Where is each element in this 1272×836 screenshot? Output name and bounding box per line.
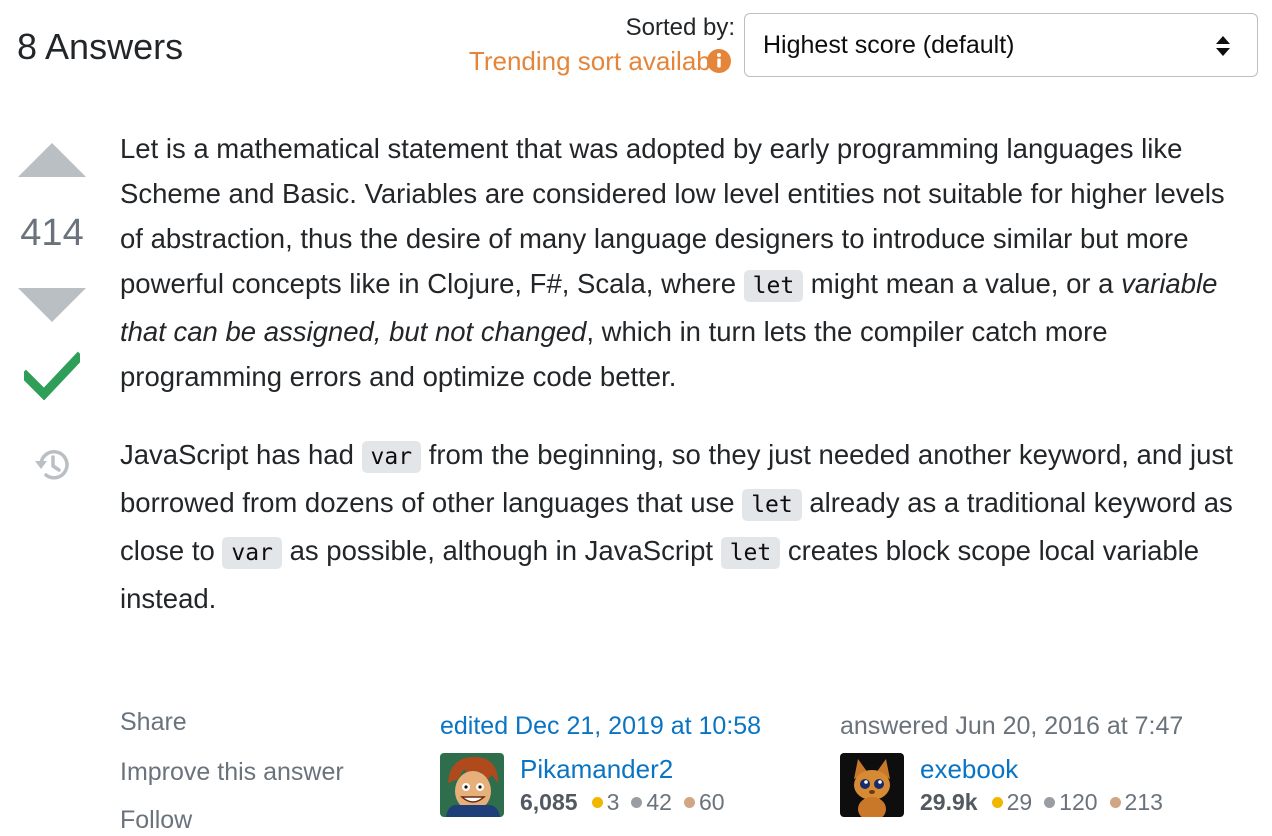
- trending-sort-label[interactable]: Trending sort available: [469, 46, 731, 77]
- avatar[interactable]: [440, 753, 504, 817]
- answer-paragraph-1: Let is a mathematical statement that was…: [120, 126, 1238, 399]
- history-icon[interactable]: [32, 446, 72, 484]
- inline-code: let: [720, 537, 781, 569]
- downvote-arrow-icon[interactable]: [16, 285, 88, 325]
- sort-select[interactable]: Highest score (default): [744, 13, 1258, 77]
- silver-badge-count: 120: [1059, 789, 1098, 815]
- info-circle-icon[interactable]: [706, 48, 732, 74]
- gold-badge-count: 29: [1006, 789, 1033, 815]
- owner-signature: answered Jun 20, 2016 at 7:47 exebook 29…: [840, 712, 1240, 817]
- edited-timestamp-link[interactable]: edited Dec 21, 2019 at 10:58: [440, 712, 761, 740]
- editor-reputation: 6,085 3 42 60: [520, 789, 725, 816]
- inline-code: let: [743, 270, 804, 302]
- inline-code: var: [361, 441, 422, 473]
- answer-text: as possible, although in JavaScript: [281, 535, 721, 566]
- inline-code: var: [222, 537, 282, 569]
- silver-badge-count: 42: [646, 789, 672, 815]
- inline-code: let: [742, 489, 802, 521]
- sorted-by-label: Sorted by:: [625, 14, 735, 41]
- reputation-score: 6,085: [520, 789, 578, 815]
- answers-header: 8 Answers Sorted by: Trending sort avail…: [0, 0, 1272, 90]
- vote-count: 414: [20, 212, 84, 254]
- sort-arrows-icon: [1216, 36, 1230, 56]
- reputation-score: 29.9k: [920, 789, 978, 815]
- share-link[interactable]: Share: [120, 708, 187, 737]
- owner-reputation: 29.9k 29 120 213: [920, 789, 1163, 816]
- bronze-badge-count: 213: [1124, 789, 1163, 815]
- checkmark-icon: [24, 351, 80, 400]
- upvote-arrow-icon[interactable]: [16, 140, 88, 180]
- owner-avatar-image: [840, 753, 904, 817]
- improve-answer-link[interactable]: Improve this answer: [120, 758, 344, 787]
- avatar[interactable]: [840, 753, 904, 817]
- answer-text: might mean a value, or a: [803, 268, 1122, 299]
- owner-username-link[interactable]: exebook: [920, 754, 1018, 785]
- editor-username-link[interactable]: Pikamander2: [520, 754, 673, 785]
- editor-avatar-image: [440, 753, 504, 817]
- bronze-badge-icon: [683, 797, 695, 809]
- gold-badge-count: 3: [606, 789, 620, 815]
- bronze-badge-icon: [1109, 797, 1121, 809]
- silver-badge-icon: [1044, 797, 1056, 809]
- answers-count: 8 Answers: [17, 26, 184, 67]
- bronze-badge-count: 60: [698, 789, 725, 815]
- gold-badge-icon: [591, 797, 603, 809]
- answered-timestamp: answered Jun 20, 2016 at 7:47: [840, 712, 1184, 740]
- gold-badge-icon: [991, 797, 1003, 809]
- sort-select-value: Highest score (default): [763, 31, 1015, 59]
- answer-body: Let is a mathematical statement that was…: [120, 126, 1238, 654]
- editor-signature: edited Dec 21, 2019 at 10:58 Pikamander2…: [440, 712, 820, 817]
- silver-badge-icon: [631, 797, 643, 809]
- follow-link[interactable]: Follow: [120, 806, 192, 835]
- answer-text: JavaScript has had: [120, 439, 362, 470]
- answer-paragraph-2: JavaScript has had var from the beginnin…: [120, 432, 1238, 621]
